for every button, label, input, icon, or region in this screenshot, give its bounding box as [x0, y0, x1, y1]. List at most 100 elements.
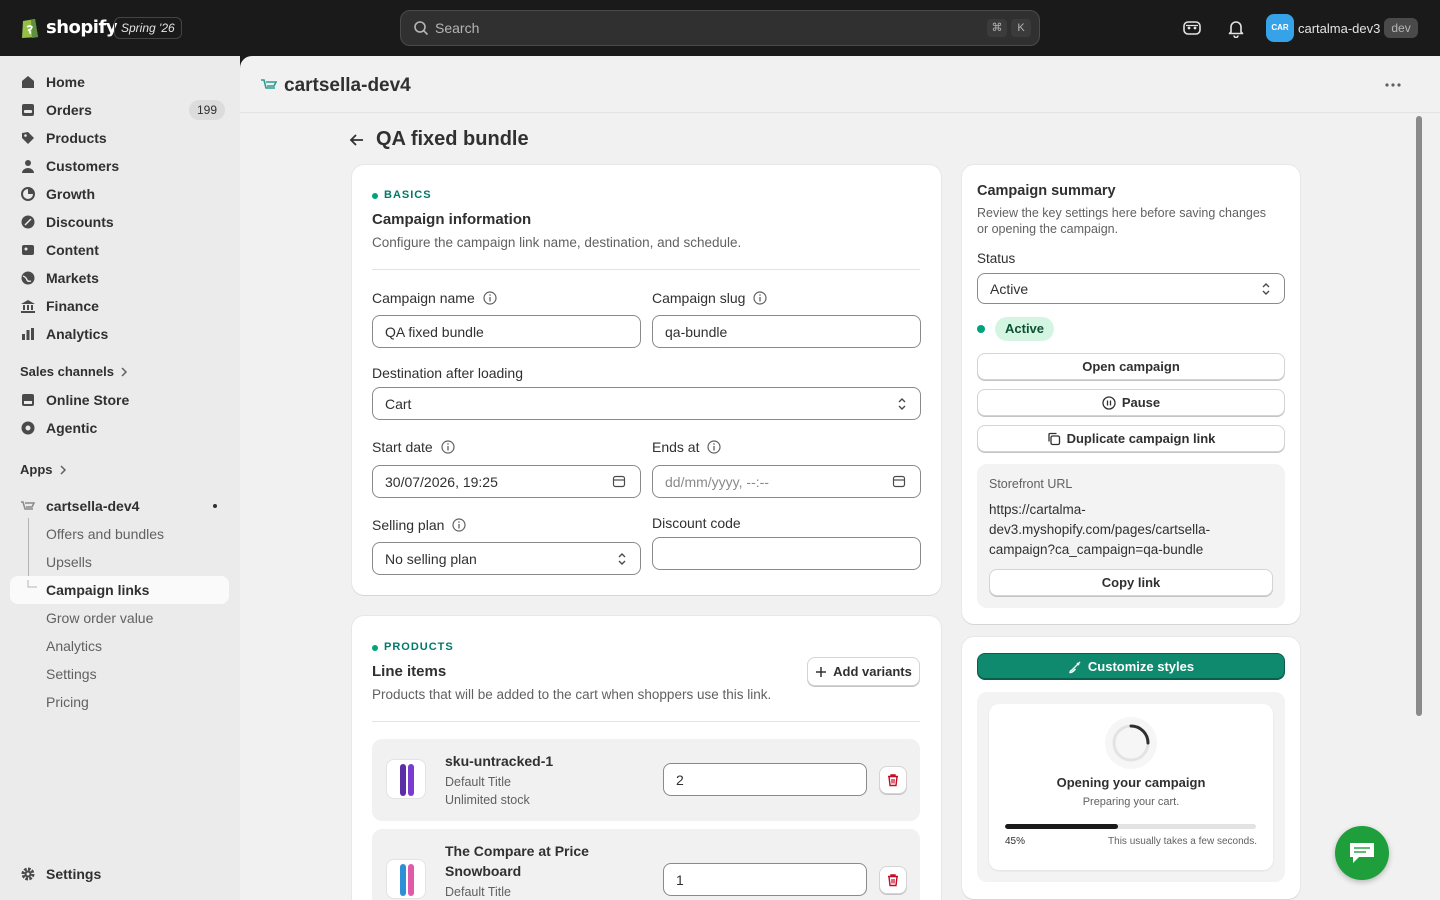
sidebar-item-growth[interactable]: Growth	[10, 180, 229, 208]
sidebar-item-label: Grow order value	[46, 610, 154, 626]
info-icon[interactable]	[707, 440, 722, 454]
destination-select[interactable]: Cart	[372, 387, 921, 420]
quantity-field[interactable]: 1	[663, 863, 867, 896]
quantity-field[interactable]: 2	[663, 763, 867, 796]
sidebar-item-label: Customers	[46, 158, 120, 174]
duplicate-campaign-link-button[interactable]: Duplicate campaign link	[977, 425, 1285, 452]
sidebar-item-discounts[interactable]: Discounts	[10, 208, 229, 236]
more-actions-icon[interactable]	[1384, 78, 1402, 92]
label-text: Campaign name	[372, 290, 475, 306]
button-label: Open campaign	[1082, 359, 1180, 374]
select-value: Active	[990, 281, 1029, 297]
add-variants-button[interactable]: Add variants	[807, 657, 920, 686]
sidebar-item-offers-bundles[interactable]: Offers and bundles	[10, 520, 229, 548]
sidebar-item-analytics[interactable]: Analytics	[10, 320, 229, 348]
plus-icon	[816, 666, 827, 677]
trash-icon	[888, 874, 898, 887]
button-label: Duplicate campaign link	[1066, 431, 1216, 446]
line-item: The Compare at Price Snowboard Default T…	[372, 829, 920, 900]
arrow-left-icon[interactable]	[348, 131, 366, 149]
input-placeholder: dd/mm/yyyy, --:--	[665, 474, 769, 490]
campaign-slug-field[interactable]: qa-bundle	[652, 315, 921, 348]
sidebar-item-label: Offers and bundles	[46, 526, 165, 542]
status-indicator: Active	[977, 317, 1055, 341]
sidekick-icon[interactable]	[1182, 18, 1202, 38]
sidebar-item-online-store[interactable]: Online Store	[10, 386, 229, 414]
copy-link-button[interactable]: Copy link	[989, 569, 1273, 596]
label-text: Campaign slug	[652, 290, 746, 306]
sidebar-item-customers[interactable]: Customers	[10, 152, 229, 180]
calendar-icon[interactable]	[612, 474, 626, 488]
preview-title: Opening your campaign	[1056, 775, 1206, 790]
sidebar-item-orders[interactable]: Orders 199	[10, 96, 229, 124]
preview-subtitle: Preparing your cart.	[1082, 796, 1180, 808]
select-chevron-icon	[898, 398, 906, 410]
ends-at-field[interactable]: dd/mm/yyyy, --:--	[652, 465, 921, 498]
card-title: Campaign summary	[977, 183, 1116, 199]
shopify-logo[interactable]: shopify	[20, 15, 118, 39]
sidebar-item-pricing[interactable]: Pricing	[10, 688, 229, 716]
sidebar-item-markets[interactable]: Markets	[10, 264, 229, 292]
sidebar-item-settings[interactable]: Settings	[10, 860, 229, 888]
campaign-slug-label: Campaign slug	[652, 290, 767, 306]
products-eyebrow: PRODUCTS	[372, 641, 454, 653]
sidebar-item-app-settings[interactable]: Settings	[10, 660, 229, 688]
info-icon[interactable]	[452, 518, 466, 532]
card-title: Line items	[372, 663, 447, 680]
pause-button[interactable]: Pause	[977, 389, 1285, 416]
info-icon[interactable]	[441, 440, 455, 454]
paintbrush-icon	[1069, 661, 1081, 673]
campaign-name-field[interactable]: QA fixed bundle	[372, 315, 641, 348]
discount-code-field[interactable]	[652, 537, 921, 570]
divider	[372, 269, 920, 270]
sales-channels-heading[interactable]: Sales channels	[20, 364, 128, 379]
sidebar-item-app-analytics[interactable]: Analytics	[10, 632, 229, 660]
sidebar-item-grow-order-value[interactable]: Grow order value	[10, 604, 229, 632]
line-item: sku-untracked-1 Default Title Unlimited …	[372, 739, 920, 821]
search-input[interactable]: Search ⌘ K	[400, 10, 1040, 46]
calendar-icon[interactable]	[892, 474, 906, 488]
page-title: QA fixed bundle	[376, 128, 529, 150]
progress-fill	[1005, 824, 1118, 829]
campaign-information-card: BASICS Campaign information Configure th…	[352, 165, 941, 595]
selling-plan-label: Selling plan	[372, 517, 466, 533]
basics-eyebrow: BASICS	[372, 189, 432, 201]
product-thumbnail	[386, 859, 426, 899]
open-campaign-button[interactable]: Open campaign	[977, 353, 1285, 380]
sidebar-item-upsells[interactable]: Upsells	[10, 548, 229, 576]
campaign-name-label: Campaign name	[372, 290, 497, 306]
chat-button[interactable]	[1335, 826, 1389, 880]
sidebar-item-content[interactable]: Content	[10, 236, 229, 264]
sidebar-item-app-cartsella[interactable]: cartsella-dev4	[10, 492, 229, 520]
account-menu[interactable]: CAR cartalma-dev3 dev	[1266, 14, 1418, 42]
sidebar-item-agentic[interactable]: Agentic	[10, 414, 229, 442]
sidebar-item-label: Online Store	[46, 392, 130, 408]
customize-styles-button[interactable]: Customize styles	[977, 653, 1285, 680]
snowboard-image	[400, 864, 414, 896]
storefront-url-line2: dev3.myshopify.com/pages/cartsella-	[989, 522, 1211, 537]
bell-icon[interactable]	[1226, 18, 1246, 38]
label-text: Discount code	[652, 515, 741, 531]
duplicate-icon	[1047, 432, 1060, 445]
tree-branch-icon	[27, 580, 37, 588]
sidebar-item-finance[interactable]: Finance	[10, 292, 229, 320]
selling-plan-select[interactable]: No selling plan	[372, 542, 641, 575]
sidebar-item-label: Markets	[46, 270, 99, 286]
search-icon	[414, 21, 429, 36]
delete-line-item-button[interactable]	[879, 766, 907, 794]
sidebar-item-products[interactable]: Products	[10, 124, 229, 152]
cartsella-app-icon	[261, 79, 278, 89]
sidebar-item-campaign-links[interactable]: Campaign links	[10, 576, 229, 604]
delete-line-item-button[interactable]	[879, 866, 907, 894]
start-date-field[interactable]: 30/07/2026, 19:25	[372, 465, 641, 498]
input-value: qa-bundle	[665, 324, 728, 340]
select-value: Cart	[385, 396, 412, 412]
info-icon[interactable]	[483, 291, 497, 305]
scrollbar[interactable]	[1416, 116, 1422, 716]
progress-bar	[1005, 824, 1256, 829]
card-description-line2: or opening the campaign.	[977, 222, 1119, 236]
info-icon[interactable]	[753, 291, 767, 305]
apps-heading[interactable]: Apps	[20, 462, 67, 477]
sidebar-item-home[interactable]: Home	[10, 68, 229, 96]
status-select[interactable]: Active	[977, 273, 1285, 304]
